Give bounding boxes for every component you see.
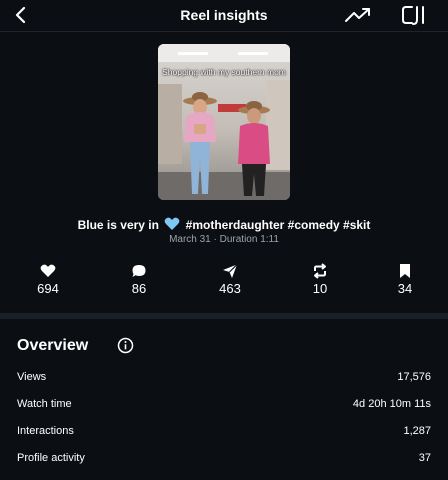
bookmark-icon [400, 264, 410, 278]
shares-count: 463 [219, 281, 241, 296]
profile-activity-value: 37 [418, 452, 431, 464]
caption-text: Blue is very in [77, 218, 159, 232]
reposts-count: 10 [312, 281, 328, 296]
comment-icon [132, 265, 146, 277]
thumbnail-caption: Shopping with my southern mom [162, 67, 286, 77]
watch-time-label: Watch time [17, 398, 72, 410]
header-divider [0, 31, 448, 32]
overview-title: Overview [17, 337, 89, 354]
saves-count: 34 [397, 281, 413, 296]
engagement-stats: 694 86 463 10 34 [0, 262, 448, 298]
page-title: Reel insights [180, 7, 268, 23]
interactions-value: 1,287 [403, 425, 431, 437]
repost-icon [314, 263, 326, 279]
likes-count: 694 [37, 281, 59, 296]
top-bar: Reel insights [0, 0, 448, 30]
shares-stat: 463 [200, 262, 260, 296]
overview-info-button[interactable] [117, 337, 134, 354]
clips-icon [402, 6, 424, 25]
trends-button[interactable] [344, 5, 372, 25]
clips-button[interactable] [400, 4, 430, 26]
comments-stat: 86 [109, 262, 169, 296]
reel-caption: Blue is very in #motherdaughter #comedy … [0, 217, 448, 232]
comments-count: 86 [131, 281, 147, 296]
interactions-label: Interactions [17, 425, 74, 437]
reposts-stat: 10 [290, 262, 350, 296]
heart-icon [40, 264, 56, 277]
section-divider [0, 313, 448, 319]
blue-heart-icon [164, 217, 180, 231]
info-icon [117, 337, 134, 354]
reel-thumbnail[interactable]: Shopping with my southern mom [158, 44, 290, 200]
caption-hashtags: #motherdaughter #comedy #skit [185, 218, 371, 232]
saves-stat: 34 [375, 262, 435, 296]
views-label: Views [17, 371, 47, 383]
profile-activity-label: Profile activity [17, 452, 85, 464]
views-value: 17,576 [397, 371, 431, 383]
share-icon [223, 264, 238, 278]
watch-time-value: 4d 20h 10m 11s [352, 398, 431, 410]
reel-meta: March 31 · Duration 1:11 [169, 234, 279, 245]
likes-stat: 694 [18, 262, 78, 296]
trending-up-icon [345, 8, 370, 22]
